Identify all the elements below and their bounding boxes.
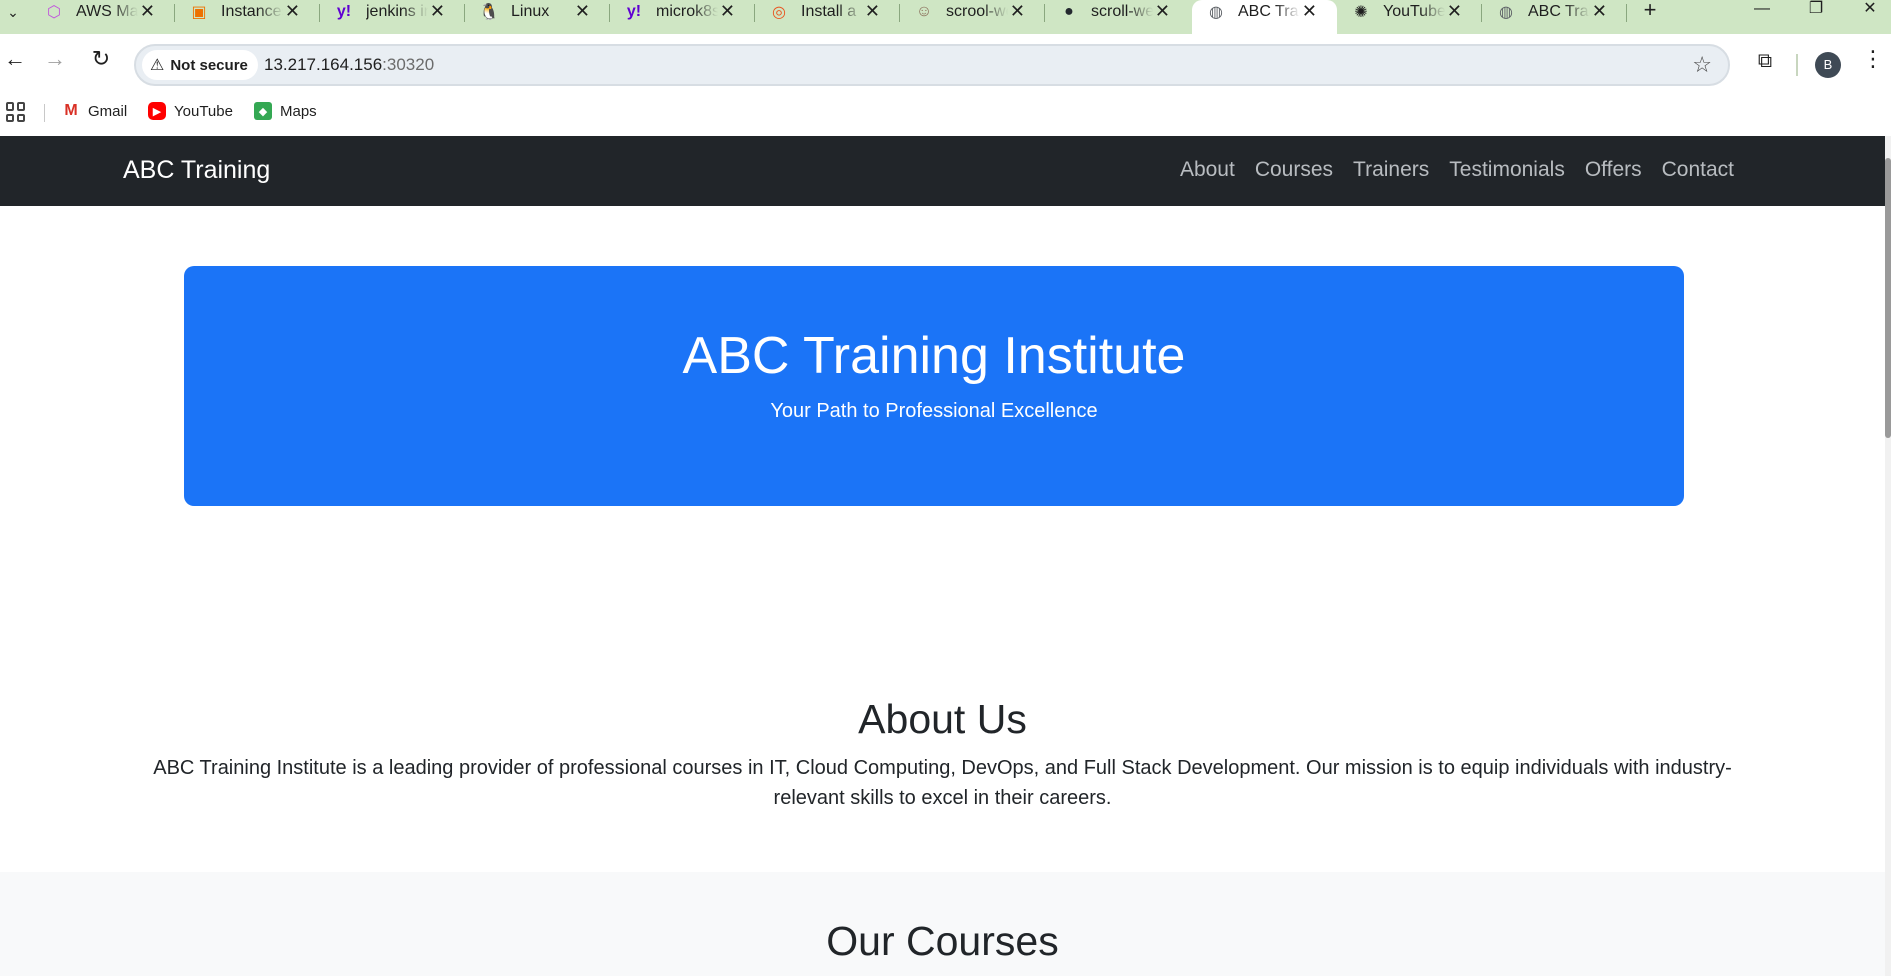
nav-link-about[interactable]: About: [1180, 158, 1235, 182]
bookmark-label: Maps: [280, 102, 317, 120]
close-window-button[interactable]: ✕: [1850, 0, 1890, 22]
hero-subtitle: Your Path to Professional Excellence: [770, 400, 1098, 422]
site-navbar: ABC Training About Courses Trainers Test…: [0, 136, 1885, 206]
yahoo-icon: y!: [336, 3, 352, 20]
github-icon: ●: [1064, 3, 1074, 20]
chatgpt-icon: ✺: [1354, 4, 1368, 21]
tab-label: ABC Training: [1528, 3, 1590, 20]
toolbar-divider: [1796, 54, 1798, 76]
minimize-button[interactable]: —: [1742, 0, 1782, 22]
reload-icon[interactable]: ↻: [86, 44, 116, 74]
url-host: 13.217.164.156: [264, 55, 383, 74]
browser-toolbar: ← → ↻ ⚠ Not secure 13.217.164.156:30320 …: [0, 34, 1891, 128]
about-heading: About Us: [858, 696, 1027, 742]
about-section: About Us ABC Training Institute is a lea…: [0, 696, 1885, 813]
tab-close-icon[interactable]: ✕: [285, 1, 300, 21]
nav-link-courses[interactable]: Courses: [1255, 158, 1333, 182]
tab-label: Linux: [511, 3, 550, 20]
forward-arrow-icon[interactable]: →: [40, 44, 70, 74]
browser-tab[interactable]: ● scroll-web✕: [1045, 0, 1190, 34]
hero-banner: ABC Training Institute Your Path to Prof…: [184, 266, 1684, 506]
tab-label: Instances: [221, 3, 283, 20]
tab-close-icon[interactable]: ✕: [1302, 1, 1317, 21]
tab-close-icon[interactable]: ✕: [1592, 1, 1607, 21]
browser-tab[interactable]: ◎ Install a ✕: [755, 0, 900, 34]
site-nav-links: About Courses Trainers Testimonials Offe…: [1160, 158, 1734, 182]
maps-icon: ◆: [254, 102, 272, 120]
browser-tab[interactable]: ✺ YouTube ✕: [1337, 0, 1482, 34]
new-tab-button[interactable]: +: [1636, 0, 1664, 22]
linux-tux-icon: 🐧: [479, 4, 499, 21]
tab-label: jenkins install: [366, 3, 428, 20]
page-viewport: ABC Training About Courses Trainers Test…: [0, 136, 1891, 976]
browser-tab[interactable]: y! jenkins install✕: [320, 0, 465, 34]
security-chip[interactable]: ⚠ Not secure: [142, 50, 258, 80]
tab-separator: [1626, 4, 1627, 22]
globe-icon: ◍: [1209, 4, 1223, 21]
aws-cube-icon: ⬡: [47, 4, 61, 21]
tab-label: scroll-web: [1091, 3, 1153, 20]
globe-icon: ◍: [1499, 4, 1513, 21]
tab-label: Install a: [801, 3, 857, 20]
nav-link-trainers[interactable]: Trainers: [1353, 158, 1429, 182]
nav-link-testimonials[interactable]: Testimonials: [1449, 158, 1565, 182]
about-text: ABC Training Institute is a leading prov…: [153, 757, 1732, 809]
jenkins-icon: ☺: [915, 3, 933, 20]
tab-label: scrool-web: [946, 3, 1008, 20]
browser-tab[interactable]: y! microk8s ✕: [610, 0, 755, 34]
tab-close-icon[interactable]: ✕: [1010, 1, 1025, 21]
tab-label: YouTube: [1383, 3, 1445, 20]
security-label: Not secure: [170, 56, 248, 74]
tab-close-icon[interactable]: ✕: [1447, 1, 1462, 21]
browser-tab[interactable]: ☺ scrool-web✕: [900, 0, 1045, 34]
browser-tab[interactable]: ◍ ABC Training✕: [1482, 0, 1627, 34]
restore-button[interactable]: ❐: [1796, 0, 1836, 22]
scrollbar-thumb[interactable]: [1885, 158, 1891, 438]
extensions-puzzle-icon[interactable]: ⧉: [1752, 50, 1778, 76]
tab-close-icon[interactable]: ✕: [140, 1, 155, 21]
url-text[interactable]: 13.217.164.156:30320: [264, 55, 434, 75]
tab-close-icon[interactable]: ✕: [430, 1, 445, 21]
back-arrow-icon[interactable]: ←: [0, 44, 30, 74]
browser-tab[interactable]: 🐧 Linux ✕: [465, 0, 610, 34]
tab-close-icon[interactable]: ✕: [865, 1, 880, 21]
browser-tab[interactable]: ◍ ABC Training✕: [1192, 0, 1337, 34]
warning-triangle-icon: ⚠: [150, 57, 165, 74]
bookmark-maps[interactable]: ◆ Maps: [254, 102, 317, 120]
hero-title: ABC Training Institute: [682, 327, 1186, 385]
bookmark-label: Gmail: [88, 102, 128, 120]
apps-grid-icon[interactable]: [6, 102, 26, 122]
bookmark-youtube[interactable]: ▶ YouTube: [148, 102, 233, 120]
url-port: :30320: [382, 55, 435, 74]
browser-tab[interactable]: ▣ Instances ✕: [175, 0, 320, 34]
bookmarks-divider: [44, 104, 45, 122]
courses-section: Our Courses: [0, 872, 1885, 976]
tab-close-icon[interactable]: ✕: [575, 1, 590, 21]
gmail-icon: M: [62, 102, 80, 120]
bookmarks-bar: M Gmail ▶ YouTube ◆ Maps: [0, 96, 1891, 128]
nav-link-offers[interactable]: Offers: [1585, 158, 1642, 182]
bookmark-gmail[interactable]: M Gmail: [62, 102, 127, 120]
tab-label: ABC Training: [1238, 3, 1300, 20]
tab-label: AWS Management Console: [76, 3, 138, 20]
profile-avatar[interactable]: B: [1815, 52, 1841, 78]
yahoo-icon: y!: [626, 3, 642, 20]
courses-heading: Our Courses: [826, 918, 1059, 964]
browser-tab[interactable]: ⬡ AWS Management Console✕: [30, 0, 175, 34]
kebab-menu-icon[interactable]: ⋮: [1862, 48, 1884, 70]
address-bar[interactable]: ⚠ Not secure 13.217.164.156:30320 ☆: [134, 44, 1730, 86]
site-brand[interactable]: ABC Training: [123, 156, 270, 185]
youtube-icon: ▶: [148, 102, 166, 120]
tab-close-icon[interactable]: ✕: [720, 1, 735, 21]
bookmark-label: YouTube: [174, 102, 233, 120]
tab-strip: ⌄ ⬡AWS Management Console✕▣Instances✕y!j…: [0, 0, 1891, 34]
bookmark-star-icon[interactable]: ☆: [1692, 52, 1712, 78]
tab-search-chevron-icon[interactable]: ⌄: [2, 2, 24, 24]
ec2-icon: ▣: [191, 4, 207, 21]
tab-close-icon[interactable]: ✕: [1155, 1, 1170, 21]
page-scrollbar[interactable]: [1885, 136, 1891, 976]
ubuntu-icon: ◎: [772, 4, 786, 21]
nav-link-contact[interactable]: Contact: [1662, 158, 1734, 182]
tab-label: microk8s: [656, 3, 718, 20]
